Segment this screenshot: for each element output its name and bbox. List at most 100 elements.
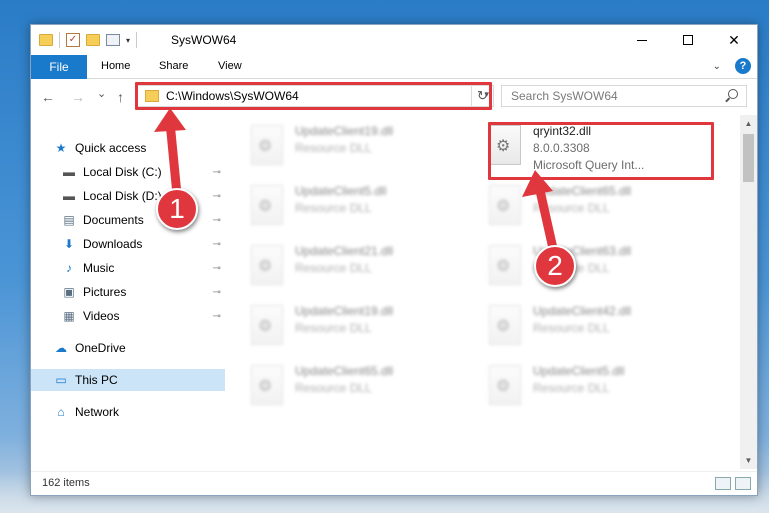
new-folder-icon[interactable]	[86, 34, 100, 46]
chevron-down-icon[interactable]: ▾	[126, 36, 130, 45]
file-item[interactable]: UpdateClient19.dll Resource DLL	[251, 123, 481, 173]
forward-button[interactable]: →	[71, 89, 85, 105]
file-name: qryint32.dll	[533, 124, 592, 138]
minimize-button[interactable]	[619, 25, 665, 55]
sidebar-item-label: Videos	[83, 309, 120, 323]
network-icon: ⌂	[57, 405, 65, 419]
pin-icon[interactable]: ⊸	[213, 239, 221, 250]
sidebar-item-downloads[interactable]: ⬇ Downloads ⊸	[31, 233, 225, 255]
file-info: UpdateClient65.dll Resource DLL	[533, 183, 631, 233]
customize-icon[interactable]	[106, 34, 120, 46]
folder-icon	[145, 90, 159, 102]
sidebar-item-label: Quick access	[75, 141, 147, 155]
window-controls: ✕	[619, 25, 757, 55]
title-bar: ✓ ▾ SysWOW64 ✕	[31, 25, 757, 55]
dll-file-icon	[489, 125, 521, 165]
sidebar-item-label: Downloads	[83, 237, 143, 251]
close-button[interactable]: ✕	[711, 25, 757, 55]
file-item[interactable]: UpdateClient5.dll Resource DLL	[251, 183, 481, 233]
file-detail: Resource DLL	[295, 381, 372, 395]
sidebar-item-network[interactable]: ⌂ Network	[31, 401, 225, 423]
pin-icon[interactable]: ⊸	[213, 311, 221, 322]
pin-icon[interactable]: ⊸	[213, 215, 221, 226]
sidebar-item-onedrive[interactable]: ☁ OneDrive	[31, 337, 225, 359]
search-box[interactable]	[501, 85, 747, 107]
minimize-icon	[637, 39, 647, 41]
videos-icon: ▦	[63, 309, 75, 323]
sidebar-item-quick-access[interactable]: ★ Quick access	[31, 137, 225, 159]
maximize-button[interactable]	[665, 25, 711, 55]
sidebar-item-videos[interactable]: ▦ Videos ⊸	[31, 305, 225, 327]
file-item[interactable]: UpdateClient42.dll Resource DLL	[489, 303, 719, 353]
file-item[interactable]: UpdateClient5.dll Resource DLL	[489, 363, 719, 413]
navigation-bar: ← → ⌄ ↑ C:\Windows\SysWOW64 ▾ ↻	[31, 80, 757, 114]
item-count: 162 items	[42, 477, 90, 489]
sidebar-item-local-disk-c[interactable]: ▬ Local Disk (C:) ⊸	[31, 161, 225, 183]
sidebar-item-label: OneDrive	[75, 341, 126, 355]
up-button[interactable]: ↑	[117, 89, 124, 105]
address-path[interactable]: C:\Windows\SysWOW64	[166, 89, 299, 103]
folder-icon	[39, 34, 53, 46]
documents-icon: ▤	[63, 213, 75, 227]
file-item[interactable]: UpdateClient65.dll Resource DLL	[489, 183, 719, 233]
file-info: UpdateClient19.dll Resource DLL	[295, 123, 393, 173]
file-item[interactable]: UpdateClient63.dllResource DLL	[489, 243, 719, 293]
file-info: qryint32.dll 8.0.0.3308 Microsoft Query In…	[533, 123, 644, 173]
help-icon[interactable]: ?	[735, 58, 751, 74]
tab-share[interactable]: Share	[159, 60, 188, 72]
pin-icon[interactable]: ⊸	[213, 167, 221, 178]
sidebar-item-label: This PC	[75, 373, 118, 387]
status-bar: 162 items	[31, 471, 757, 495]
sidebar-item-music[interactable]: ♪ Music ⊸	[31, 257, 225, 279]
file-list: UpdateClient19.dll Resource DLL qryint32.d…	[227, 115, 741, 469]
pin-icon[interactable]: ⊸	[213, 191, 221, 202]
sidebar-item-this-pc[interactable]: ▭ This PC	[31, 369, 225, 391]
close-icon: ✕	[728, 31, 740, 48]
file-name: UpdateClient5.dll	[533, 364, 625, 378]
sidebar-item-label: Pictures	[83, 285, 127, 299]
pin-icon[interactable]: ⊸	[213, 263, 221, 274]
file-name: UpdateClient65.dll	[533, 184, 632, 198]
sidebar-item-label: Music	[83, 261, 115, 275]
file-item[interactable]: UpdateClient21.dll Resource DLL	[251, 243, 481, 293]
pictures-icon: ▣	[63, 285, 75, 299]
sidebar-item-pictures[interactable]: ▣ Pictures ⊸	[31, 281, 225, 303]
file-explorer-window: ✓ ▾ SysWOW64 ✕ File Home Share View ⌄ ? …	[30, 24, 758, 496]
refresh-button[interactable]: ↻	[471, 85, 493, 107]
file-name: UpdateClient42.dll	[533, 304, 632, 318]
file-info: UpdateClient42.dll Resource DLL	[533, 303, 631, 353]
search-input[interactable]	[502, 86, 722, 106]
dll-file-icon	[251, 365, 283, 405]
divider	[59, 32, 60, 48]
maximize-icon	[683, 35, 693, 45]
pin-icon[interactable]: ⊸	[213, 287, 221, 298]
ribbon-right: ⌄ ?	[713, 58, 751, 74]
details-view-icon[interactable]	[715, 477, 731, 490]
large-icons-view-icon[interactable]	[735, 477, 751, 490]
search-icon[interactable]	[728, 89, 738, 99]
properties-check-icon[interactable]: ✓	[66, 33, 80, 47]
scroll-up-icon[interactable]: ▲	[740, 115, 757, 132]
dll-file-icon	[489, 185, 521, 225]
dll-file-icon	[489, 365, 521, 405]
tab-file[interactable]: File	[31, 55, 87, 79]
star-icon: ★	[55, 141, 67, 155]
expand-ribbon-icon[interactable]: ⌄	[713, 61, 721, 72]
file-item[interactable]: UpdateClient19.dll Resource DLL	[251, 303, 481, 353]
file-detail: Resource DLL	[533, 201, 610, 215]
file-name: UpdateClient19.dll	[295, 124, 394, 138]
scroll-down-icon[interactable]: ▼	[740, 452, 757, 469]
file-name: UpdateClient65.dll	[295, 364, 394, 378]
dll-file-icon	[489, 245, 521, 285]
sidebar-item-label: Network	[75, 405, 120, 419]
tab-home[interactable]: Home	[101, 60, 130, 72]
file-item[interactable]: UpdateClient65.dll Resource DLL	[251, 363, 481, 413]
scroll-thumb[interactable]	[743, 134, 754, 182]
view-switcher	[715, 477, 751, 490]
back-button[interactable]: ←	[41, 89, 55, 105]
file-item[interactable]: qryint32.dll 8.0.0.3308 Microsoft Query In…	[489, 123, 719, 173]
address-bar[interactable]: C:\Windows\SysWOW64 ▾	[137, 85, 494, 107]
recent-locations-button[interactable]: ⌄	[97, 87, 106, 100]
vertical-scrollbar[interactable]: ▲ ▼	[740, 115, 757, 469]
tab-view[interactable]: View	[218, 60, 242, 72]
